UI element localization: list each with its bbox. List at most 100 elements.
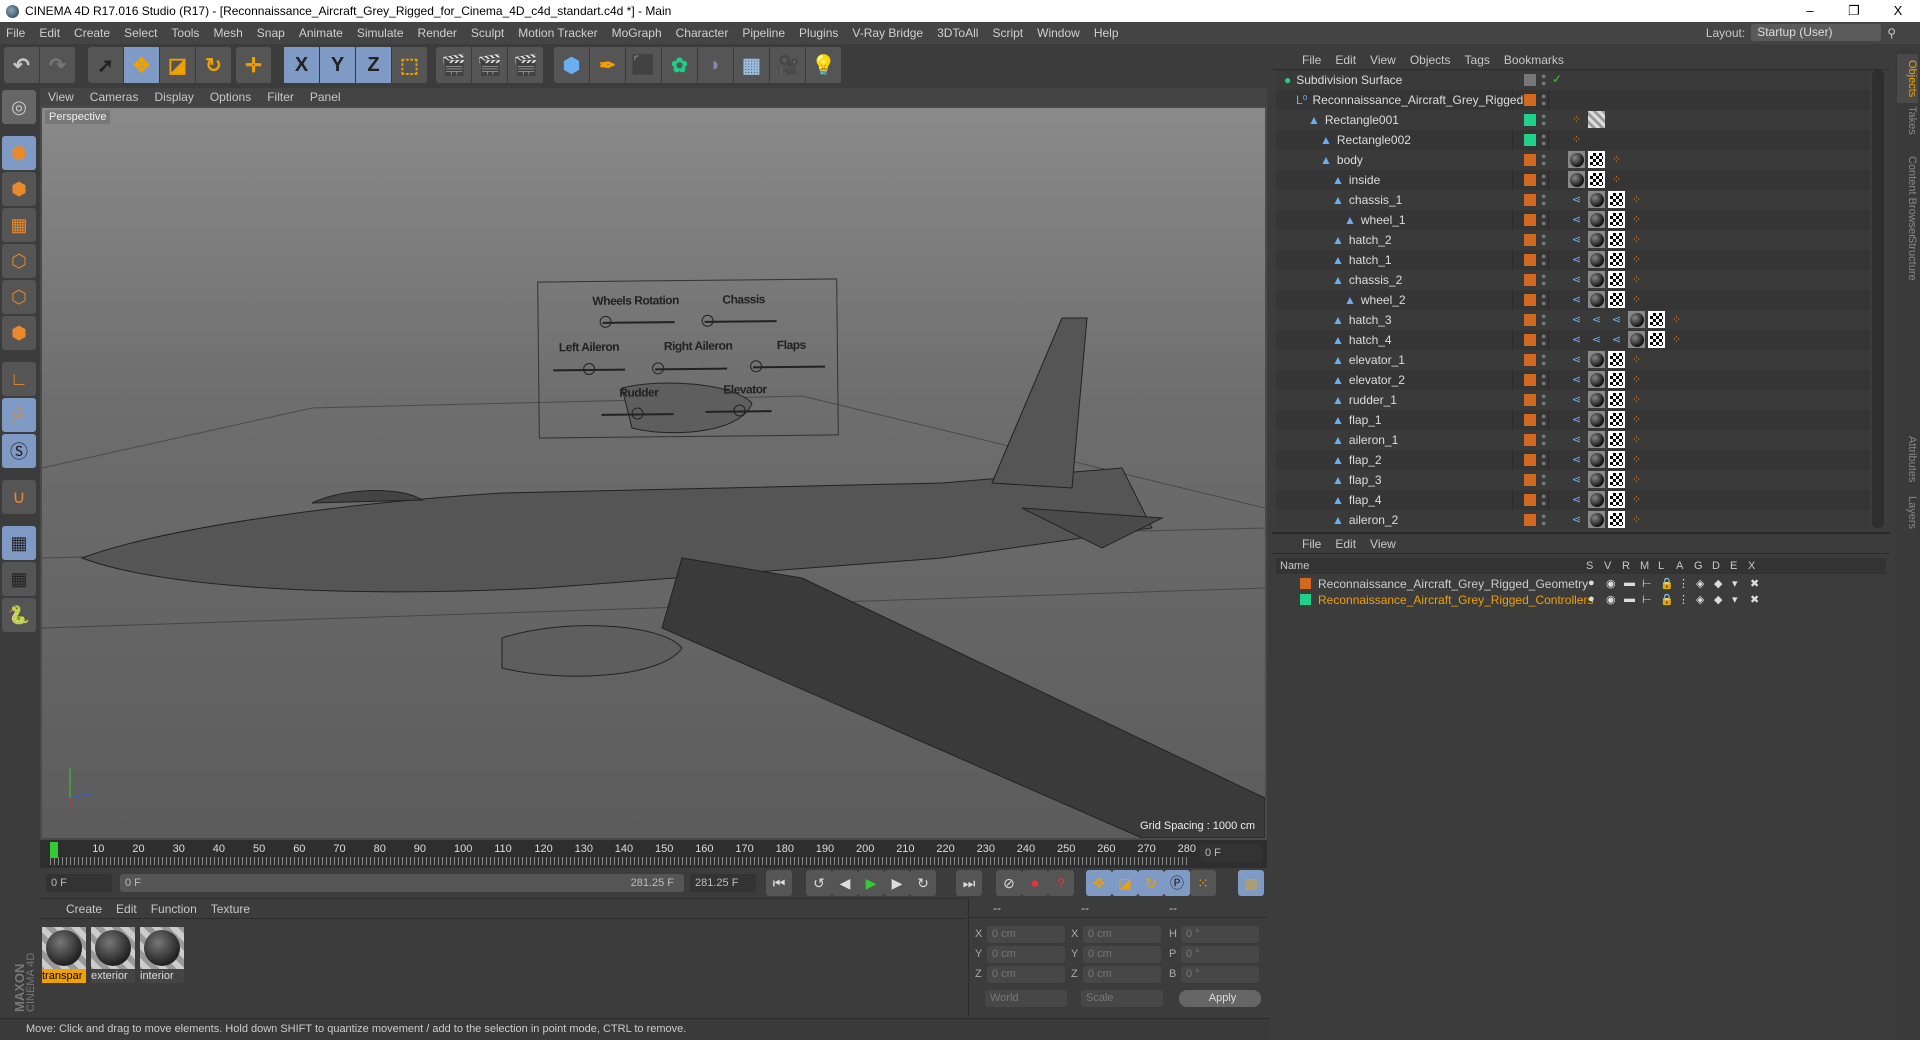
slider-knob[interactable]: [652, 362, 665, 375]
light-icon[interactable]: 💡: [806, 47, 842, 83]
next-key-icon[interactable]: ↻: [910, 870, 936, 896]
uvw-tag-icon[interactable]: [1648, 331, 1665, 348]
wheels-rotation-slider[interactable]: [599, 315, 675, 328]
ik-tag-icon[interactable]: ⋖: [1568, 471, 1585, 488]
layer-color-swatch[interactable]: [1524, 234, 1536, 246]
keyframe-selection-icon[interactable]: ?: [1048, 870, 1074, 896]
position-z-field[interactable]: 0 cm: [987, 966, 1065, 983]
render-settings-icon[interactable]: 🎬: [508, 47, 544, 83]
menu-plugins[interactable]: Plugins: [799, 26, 838, 40]
move-alt-icon[interactable]: ✛: [236, 47, 272, 83]
end-frame-field[interactable]: 281.25 F: [690, 874, 756, 892]
visibility-dots-icon[interactable]: ● ●: [1541, 452, 1546, 468]
object-row[interactable]: ▲ hatch_1 ● ● ⋖ ⁘: [1276, 250, 1870, 270]
object-row[interactable]: ● Subdivision Surface ● ● ✓: [1276, 70, 1870, 90]
lock-toggle-icon[interactable]: 🔒: [1660, 593, 1674, 606]
material-tag-icon[interactable]: [1588, 371, 1605, 388]
slider-knob[interactable]: [631, 407, 644, 420]
playhead[interactable]: [50, 842, 58, 858]
floor-icon[interactable]: ▦: [734, 47, 770, 83]
layer-column-l[interactable]: L: [1658, 560, 1664, 572]
menu-script[interactable]: Script: [992, 26, 1023, 40]
ik-tag-icon[interactable]: ⋖: [1568, 231, 1585, 248]
ik-tag-icon[interactable]: ⋖: [1568, 451, 1585, 468]
xref-toggle-icon[interactable]: ✖: [1750, 593, 1759, 606]
right-aileron-slider[interactable]: [652, 362, 728, 375]
uvw-tag-icon[interactable]: [1588, 151, 1605, 168]
side-tab-objects[interactable]: Objects: [1897, 54, 1918, 104]
elevator-slider[interactable]: [705, 404, 772, 417]
display-tag-icon[interactable]: [1588, 111, 1605, 128]
render-view-icon[interactable]: 🎬: [436, 47, 472, 83]
material-tag-icon[interactable]: [1588, 351, 1605, 368]
visibility-dots-icon[interactable]: ● ●: [1541, 432, 1546, 448]
phong-tag-icon[interactable]: ⁘: [1628, 211, 1645, 228]
visibility-dots-icon[interactable]: ● ●: [1541, 172, 1546, 188]
previous-frame-icon[interactable]: ◀: [832, 870, 858, 896]
key-rotation-icon[interactable]: ↻: [1138, 870, 1164, 896]
layer-color-swatch[interactable]: [1524, 294, 1536, 306]
ik-tag-icon[interactable]: ⋖: [1568, 431, 1585, 448]
visible-toggle-icon[interactable]: ◉: [1606, 593, 1616, 606]
layer-column-d[interactable]: D: [1712, 560, 1720, 572]
uvw-tag-icon[interactable]: [1608, 271, 1625, 288]
phong-tag-icon[interactable]: ⁘: [1628, 511, 1645, 528]
material-tag-icon[interactable]: [1588, 511, 1605, 528]
material-tag-icon[interactable]: [1568, 171, 1585, 188]
object-row[interactable]: ▲ elevator_2 ● ● ⋖ ⁘: [1276, 370, 1870, 390]
polygons-mode-icon[interactable]: ⬢: [2, 316, 36, 350]
material-tag-icon[interactable]: [1588, 191, 1605, 208]
layer-color-swatch[interactable]: [1524, 94, 1536, 106]
layer-color-swatch[interactable]: [1524, 214, 1536, 226]
layer-color-swatch[interactable]: [1524, 314, 1536, 326]
ik-tag-icon[interactable]: ⋖: [1568, 271, 1585, 288]
object-row[interactable]: ▲ chassis_1 ● ● ⋖ ⁘: [1276, 190, 1870, 210]
uvw-tag-icon[interactable]: [1608, 371, 1625, 388]
camera-label[interactable]: Perspective: [45, 110, 111, 124]
uvw-tag-icon[interactable]: [1648, 311, 1665, 328]
layer-color-swatch[interactable]: [1524, 354, 1536, 366]
animation-toggle-icon[interactable]: ⋮: [1678, 593, 1689, 606]
restore-button[interactable]: ❐: [1832, 0, 1876, 22]
layer-color-swatch[interactable]: [1524, 494, 1536, 506]
phong-tag-icon[interactable]: ⁘: [1628, 451, 1645, 468]
visibility-dots-icon[interactable]: ● ●: [1541, 312, 1546, 328]
menu-view[interactable]: View: [1370, 53, 1396, 67]
ik-tag-icon[interactable]: ⋖: [1568, 411, 1585, 428]
ik-tag-icon[interactable]: ⋖: [1568, 351, 1585, 368]
slider-knob[interactable]: [599, 315, 612, 328]
scale-dropdown[interactable]: Scale: [1081, 990, 1163, 1007]
phong-tag-icon[interactable]: ⁘: [1568, 111, 1585, 128]
menu-bookmarks[interactable]: Bookmarks: [1504, 53, 1564, 67]
ik-tag-icon[interactable]: ⋖: [1568, 371, 1585, 388]
layer-column-a[interactable]: A: [1676, 560, 1683, 572]
uvw-tag-icon[interactable]: [1608, 291, 1625, 308]
rotation-h-field[interactable]: 0 °: [1181, 926, 1259, 943]
material-tag-icon[interactable]: [1588, 251, 1605, 268]
left-aileron-slider[interactable]: [553, 362, 626, 376]
phong-tag-icon[interactable]: ⁘: [1568, 131, 1585, 148]
uvw-tag-icon[interactable]: [1608, 451, 1625, 468]
deform-toggle-icon[interactable]: [1524, 74, 1536, 86]
ik-tag-icon[interactable]: ⋖: [1608, 311, 1625, 328]
menu-tags[interactable]: Tags: [1465, 53, 1490, 67]
object-row[interactable]: ▲ rudder_1 ● ● ⋖ ⁘: [1276, 390, 1870, 410]
viewport-menu-cameras[interactable]: Cameras: [90, 90, 139, 104]
layer-color-swatch[interactable]: [1300, 594, 1311, 605]
layer-column-r[interactable]: R: [1622, 560, 1630, 572]
scale-icon[interactable]: ◪: [160, 47, 196, 83]
menu-motion-tracker[interactable]: Motion Tracker: [518, 26, 597, 40]
layer-column-v[interactable]: V: [1604, 560, 1611, 572]
material-tag-icon[interactable]: [1588, 291, 1605, 308]
menu-texture[interactable]: Texture: [211, 902, 250, 916]
menu-mograph[interactable]: MoGraph: [612, 26, 662, 40]
play-icon[interactable]: ▶: [858, 870, 884, 896]
start-frame-field[interactable]: 0 F: [46, 874, 112, 892]
object-row[interactable]: ▲ body ● ● ⁘: [1276, 150, 1870, 170]
visibility-dots-icon[interactable]: ● ●: [1541, 92, 1546, 108]
layer-color-swatch[interactable]: [1524, 394, 1536, 406]
phong-tag-icon[interactable]: ⁘: [1628, 191, 1645, 208]
slider-knob[interactable]: [733, 404, 746, 417]
y-axis-button[interactable]: Y: [320, 47, 356, 83]
apply-button[interactable]: Apply: [1179, 990, 1261, 1007]
